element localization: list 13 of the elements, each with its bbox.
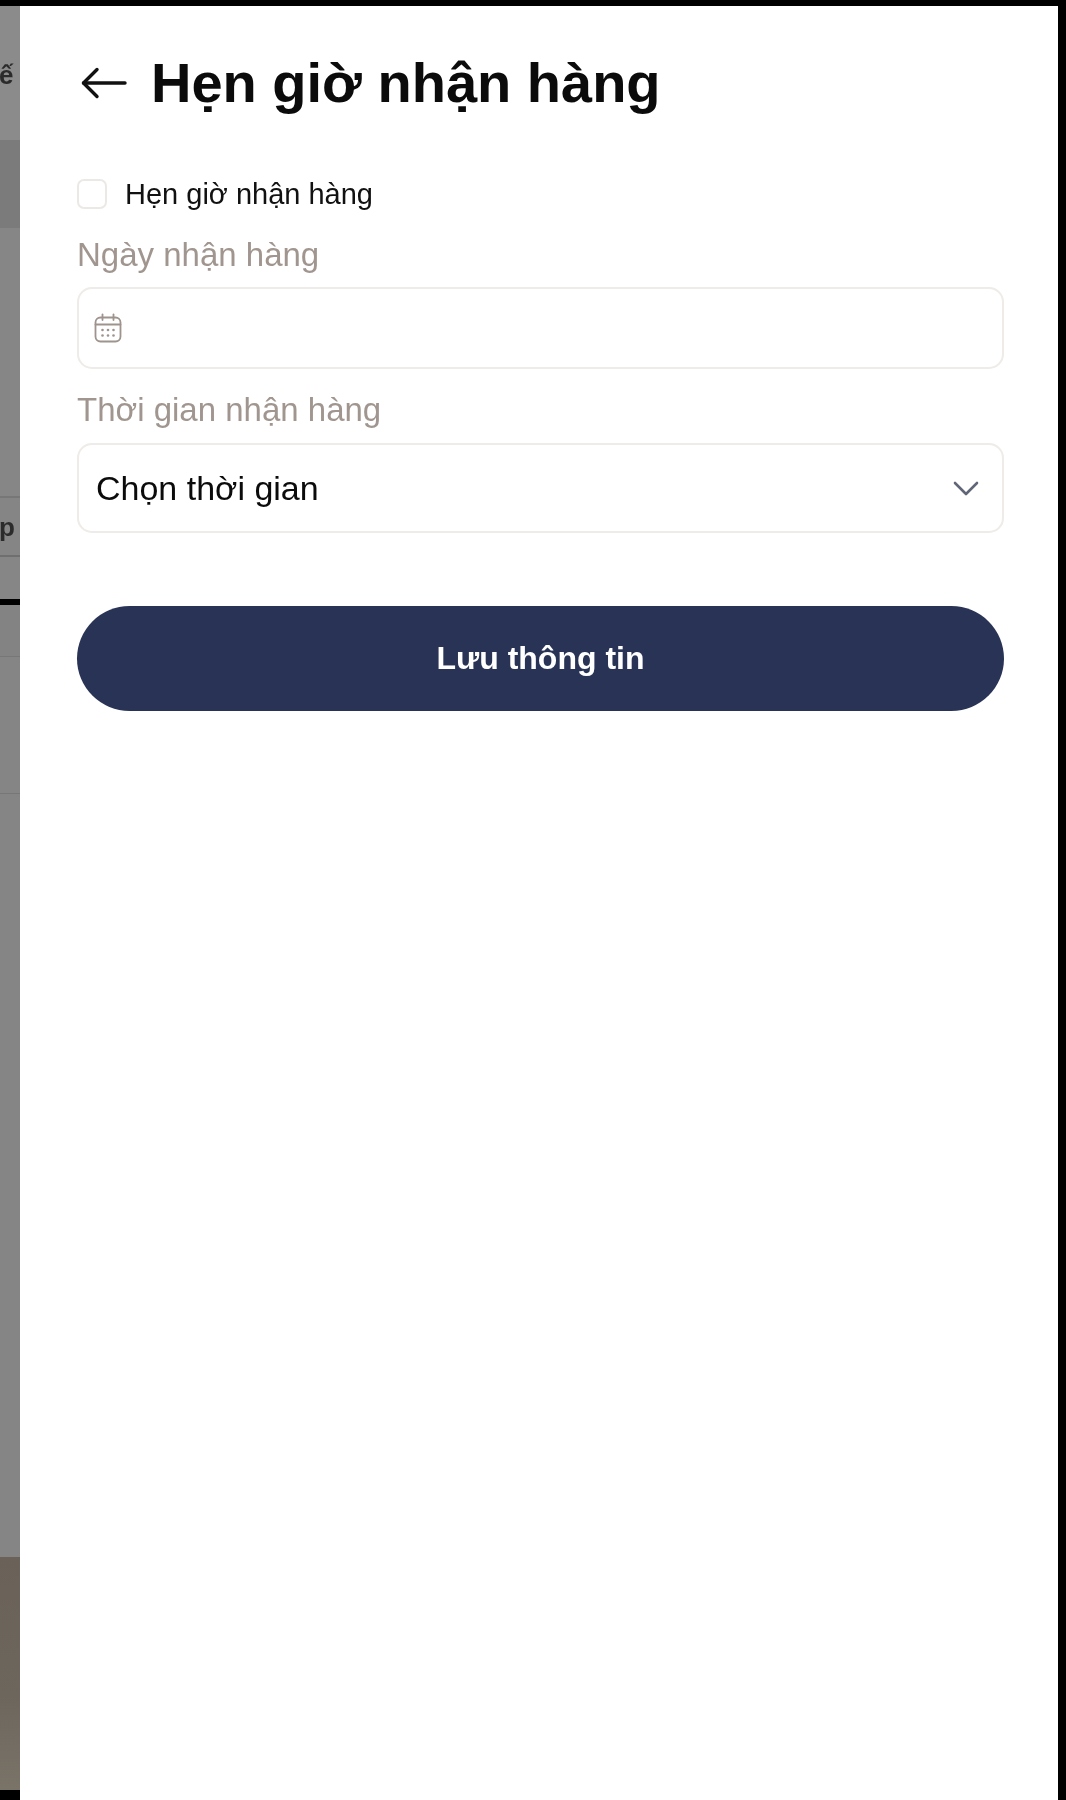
field-label: Thời gian nhận hàng	[77, 391, 382, 429]
checkbox[interactable]	[77, 179, 107, 209]
date-field[interactable]	[77, 287, 1004, 369]
back-button[interactable]	[81, 67, 127, 99]
chevron-down-icon	[953, 480, 979, 496]
save-button[interactable]: Lưu thông tin	[77, 606, 1004, 711]
calendar-icon	[94, 313, 122, 343]
page-title: Hẹn giờ nhận hàng	[151, 51, 661, 115]
text-fragment: ế	[0, 60, 14, 90]
time-select[interactable]: Chọn thời gian	[77, 443, 1004, 533]
checkbox-label: Hẹn giờ nhận hàng	[125, 178, 373, 210]
text-fragment: p	[0, 512, 15, 542]
field-label: Ngày nhận hàng	[77, 236, 320, 274]
